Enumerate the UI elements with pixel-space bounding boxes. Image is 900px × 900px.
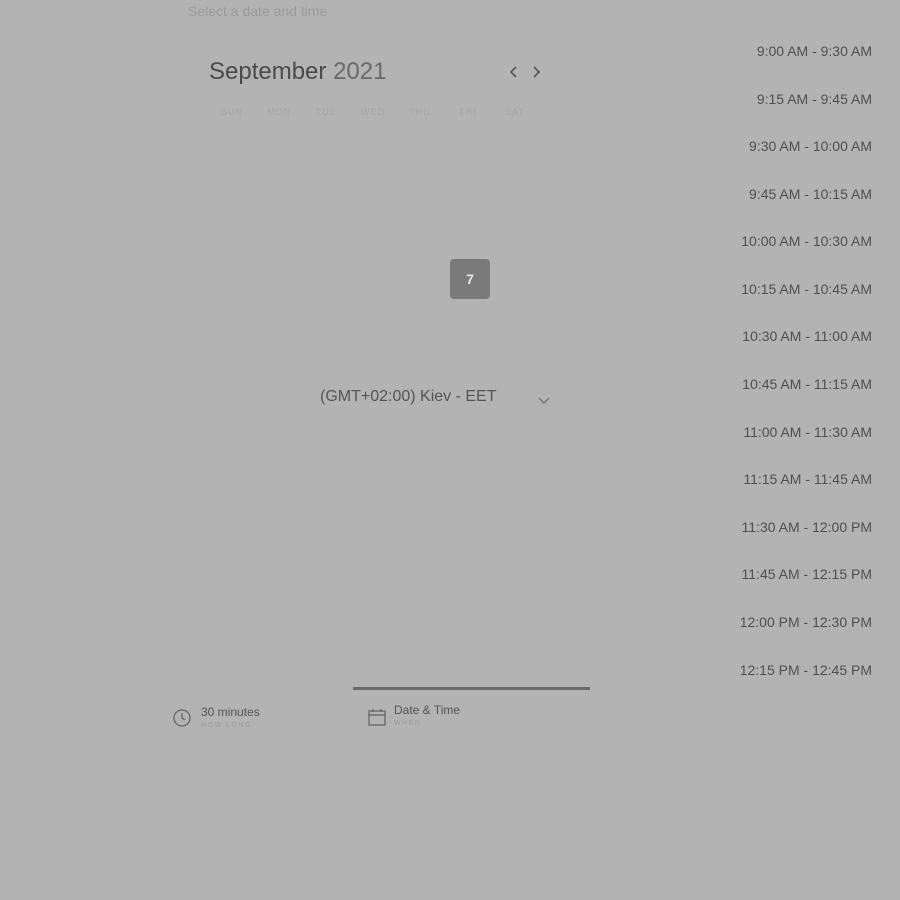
- weekday-sat: SAT: [505, 107, 525, 117]
- page-prompt: Select a date and time: [188, 3, 328, 19]
- weekday-mon: MON: [267, 107, 291, 117]
- clock-icon: [173, 709, 191, 727]
- active-step-indicator: [353, 687, 590, 690]
- step-duration-label: 30 minutes: [201, 705, 260, 719]
- time-slot[interactable]: 11:45 AM - 12:15 PM: [722, 566, 872, 582]
- time-slot[interactable]: 12:15 PM - 12:45 PM: [722, 662, 872, 678]
- timezone-select[interactable]: (GMT+02:00) Kiev - EET: [320, 388, 497, 406]
- chevron-down-icon[interactable]: [536, 392, 552, 408]
- time-slot[interactable]: 9:30 AM - 10:00 AM: [722, 138, 872, 154]
- time-slot[interactable]: 10:45 AM - 11:15 AM: [722, 376, 872, 392]
- time-slot[interactable]: 12:00 PM - 12:30 PM: [722, 614, 872, 630]
- prev-month-button[interactable]: [504, 62, 524, 82]
- chevron-left-icon: [509, 66, 517, 78]
- month-name: September: [209, 58, 327, 85]
- time-slot[interactable]: 10:15 AM - 10:45 AM: [722, 281, 872, 297]
- calendar-day-selected[interactable]: 7: [450, 259, 490, 299]
- step-date-time-sublabel: WHEN: [394, 720, 422, 727]
- calendar-icon: [368, 709, 386, 726]
- time-slot[interactable]: 10:00 AM - 10:30 AM: [722, 233, 872, 249]
- weekday-sun: SUN: [220, 107, 243, 117]
- chevron-right-icon: [533, 66, 541, 78]
- weekday-tue: TUE: [315, 107, 337, 117]
- weekday-thu: THU: [409, 107, 431, 117]
- step-date-time-label: Date & Time: [394, 703, 461, 717]
- time-slot[interactable]: 9:00 AM - 9:30 AM: [722, 43, 872, 59]
- time-slot[interactable]: 11:00 AM - 11:30 AM: [722, 424, 872, 440]
- time-slot[interactable]: 11:15 AM - 11:45 AM: [722, 471, 872, 487]
- time-slot[interactable]: 9:45 AM - 10:15 AM: [722, 186, 872, 202]
- next-month-button[interactable]: [526, 62, 546, 82]
- time-slot[interactable]: 9:15 AM - 9:45 AM: [722, 91, 872, 107]
- weekday-fri: FRI: [459, 107, 477, 117]
- time-slot[interactable]: 11:30 AM - 12:00 PM: [722, 519, 872, 535]
- month-year: 2021: [333, 58, 387, 85]
- step-duration-sublabel: HOW LONG: [201, 722, 252, 729]
- weekday-wed: WED: [361, 107, 385, 117]
- time-slot[interactable]: 10:30 AM - 11:00 AM: [722, 328, 872, 344]
- month-title: September 2021: [209, 58, 386, 86]
